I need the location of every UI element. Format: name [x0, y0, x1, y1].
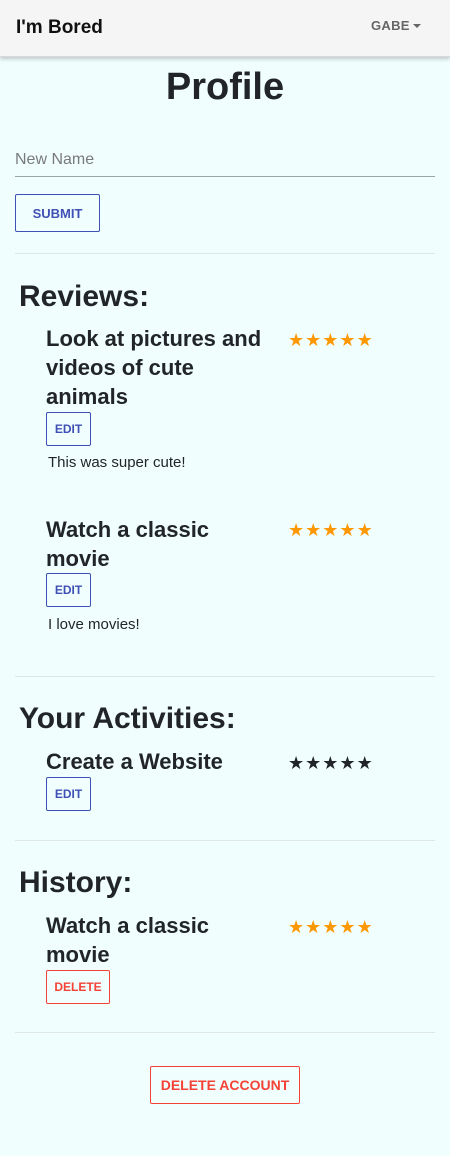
- delete-account-button[interactable]: DELETE ACCOUNT: [150, 1066, 300, 1104]
- top-navbar: I'm Bored GABE: [0, 0, 450, 57]
- star-icon: ★: [305, 917, 323, 937]
- section-divider: [15, 676, 435, 677]
- review-title: Look at pictures and videos of cute anim…: [46, 326, 262, 409]
- activity-title: Create a Website: [46, 749, 223, 774]
- star-icon: ★: [288, 917, 306, 937]
- section-divider: [15, 840, 435, 841]
- star-icon: ★: [339, 917, 357, 937]
- star-icon: ★: [356, 330, 374, 350]
- history-title: Watch a classic movie: [46, 913, 210, 967]
- rating-stars: ★★★★★: [288, 520, 374, 540]
- brand-title[interactable]: I'm Bored: [16, 17, 103, 39]
- star-icon: ★: [322, 520, 340, 540]
- review-comment: I love movies!: [48, 616, 140, 633]
- star-icon[interactable]: ★: [322, 753, 339, 773]
- star-icon: ★: [305, 520, 323, 540]
- star-icon[interactable]: ★: [305, 753, 322, 773]
- rating-stars: ★★★★★: [288, 753, 374, 773]
- edit-review-button[interactable]: EDIT: [46, 573, 91, 607]
- star-icon: ★: [322, 330, 340, 350]
- reviews-heading: Reviews:: [19, 280, 150, 313]
- activities-heading: Your Activities:: [19, 702, 236, 735]
- edit-activity-button[interactable]: EDIT: [46, 777, 91, 811]
- review-title: Watch a classic movie: [46, 517, 210, 571]
- star-icon[interactable]: ★: [288, 753, 305, 773]
- star-icon: ★: [339, 330, 357, 350]
- submit-button[interactable]: SUBMIT: [15, 194, 100, 232]
- section-divider: [15, 1032, 435, 1033]
- star-icon: ★: [305, 330, 323, 350]
- star-icon: ★: [356, 520, 374, 540]
- section-divider: [15, 253, 435, 254]
- star-icon: ★: [356, 917, 374, 937]
- star-icon: ★: [322, 917, 340, 937]
- star-icon[interactable]: ★: [339, 753, 356, 773]
- user-menu-toggle[interactable]: GABE: [371, 18, 421, 33]
- star-icon: ★: [339, 520, 357, 540]
- star-icon: ★: [288, 330, 306, 350]
- user-menu-label: GABE: [371, 18, 410, 33]
- page-title: Profile: [165, 66, 285, 108]
- new-name-input[interactable]: [15, 146, 435, 177]
- rating-stars: ★★★★★: [288, 330, 374, 350]
- star-icon[interactable]: ★: [357, 753, 374, 773]
- caret-down-icon: [412, 24, 421, 28]
- history-heading: History:: [19, 866, 133, 899]
- delete-history-button[interactable]: DELETE: [46, 970, 110, 1004]
- edit-review-button[interactable]: EDIT: [46, 412, 91, 446]
- star-icon: ★: [288, 520, 306, 540]
- review-comment: This was super cute!: [48, 454, 186, 471]
- rating-stars: ★★★★★: [288, 917, 374, 937]
